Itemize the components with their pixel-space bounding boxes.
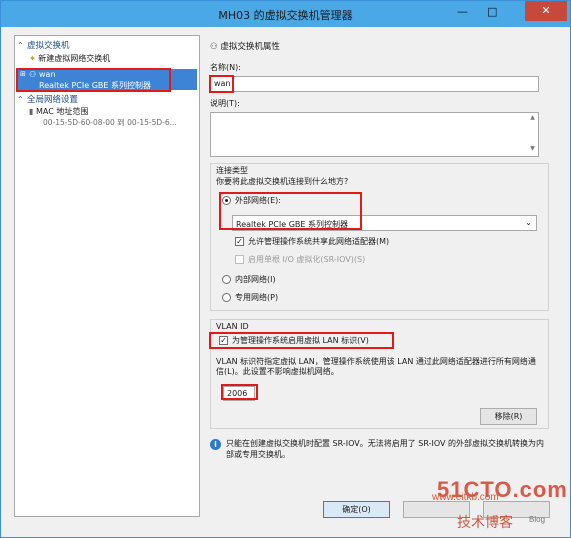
- vlan-description: VLAN 标识符指定虚拟 LAN，管理操作系统使用该 LAN 通过此网络适配器进…: [216, 357, 536, 376]
- private-network-label: 专用网络(P): [235, 293, 279, 302]
- highlight-box-external: [219, 192, 362, 230]
- title-bar[interactable]: MH03 的虚拟交换机管理器 — □ ✕: [1, 1, 570, 27]
- sriov-info-text: 只能在创建虚拟交换机时配置 SR-IOV。无法将启用了 SR-IOV 的外部虚拟…: [226, 439, 545, 459]
- chevron-down-icon[interactable]: ⌄: [525, 218, 532, 227]
- connection-type-group: 连接类型 你要将此虚拟交换机连接到什么地方? 外部网络(E): Realtek …: [210, 163, 549, 311]
- sriov-label: 启用单根 I/O 虚拟化(SR-IOV)(S): [248, 255, 366, 264]
- minimize-button[interactable]: —: [457, 5, 468, 18]
- scroll-down-icon[interactable]: ▼: [528, 145, 537, 152]
- highlight-box-vlan-id: [221, 384, 258, 400]
- section-virtual-switches[interactable]: ⌃ 虚拟交换机: [17, 39, 70, 51]
- allow-management-label: 允许管理操作系统共享此网络适配器(M): [248, 237, 390, 246]
- dialog-client: ⌃ 虚拟交换机 ✦ 新建虚拟网络交换机 ⊞ ⚇ wan Realtek PCIe …: [8, 29, 563, 523]
- mac-range-value: 00-15-5D-60-08-00 到 00-15-5D-6...: [43, 118, 177, 127]
- tree-item-new-switch[interactable]: ✦ 新建虚拟网络交换机: [29, 53, 110, 64]
- scroll-up-icon[interactable]: ▲: [528, 114, 537, 121]
- allow-management-checkbox[interactable]: ✓: [235, 237, 244, 246]
- remove-button[interactable]: 移除(R): [480, 408, 537, 425]
- notes-input[interactable]: [210, 112, 539, 157]
- sriov-checkbox[interactable]: [235, 255, 244, 264]
- notes-label: 说明(T):: [210, 99, 240, 108]
- watermark-tagline: 技术博客: [457, 514, 513, 530]
- navigation-tree[interactable]: ⌃ 虚拟交换机 ✦ 新建虚拟网络交换机 ⊞ ⚇ wan Realtek PCIe …: [14, 35, 200, 517]
- connection-type-question: 你要将此虚拟交换机连接到什么地方?: [216, 177, 349, 186]
- name-input[interactable]: wan: [210, 76, 539, 92]
- maximize-button[interactable]: □: [487, 5, 497, 18]
- highlight-box-name: [209, 75, 234, 93]
- internal-network-label: 内部网络(I): [235, 275, 276, 284]
- vlan-title: VLAN ID: [216, 322, 249, 331]
- add-switch-icon: ✦: [29, 54, 36, 63]
- window-title: MH03 的虚拟交换机管理器: [218, 9, 353, 22]
- info-icon: i: [210, 439, 221, 450]
- ok-button[interactable]: 确定(O): [323, 501, 390, 518]
- private-network-radio[interactable]: [222, 293, 231, 302]
- section-global-settings[interactable]: ⌃ 全局网络设置: [17, 93, 78, 105]
- network-switch-icon: ⚇: [210, 42, 218, 52]
- tree-item-mac-range[interactable]: ▮ MAC 地址范围: [29, 106, 88, 117]
- internal-network-radio[interactable]: [222, 275, 231, 284]
- close-button[interactable]: ✕: [525, 1, 567, 21]
- highlight-box-vlan-enable: [209, 332, 394, 349]
- notes-scrollbar[interactable]: ▲ ▼: [528, 114, 537, 155]
- properties-heading: ⚇ 虚拟交换机属性: [210, 42, 280, 52]
- watermark-url: www.eitkb.com: [432, 492, 499, 503]
- switch-manager-window: MH03 的虚拟交换机管理器 — □ ✕ ⌃ 虚拟交换机 ✦ 新建虚拟网络交换机 …: [0, 0, 571, 538]
- connection-type-title: 连接类型: [216, 166, 248, 175]
- name-label: 名称(N):: [210, 63, 241, 72]
- mac-address-icon: ▮: [29, 107, 34, 116]
- highlight-box-tree: [16, 68, 171, 92]
- watermark-blog: Blog: [529, 515, 546, 524]
- properties-pane: ⚇ 虚拟交换机属性 名称(N): wan 说明(T): ▲ ▼ 连接类型 你要将…: [204, 35, 556, 491]
- collapse-icon[interactable]: ⌃: [17, 95, 27, 104]
- collapse-icon[interactable]: ⌃: [17, 41, 27, 50]
